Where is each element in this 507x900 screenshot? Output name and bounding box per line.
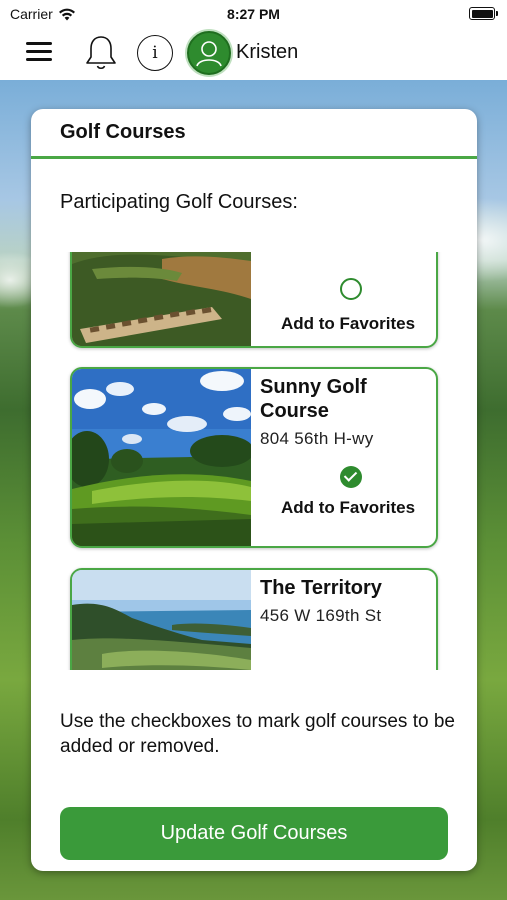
favorite-checkbox[interactable]	[340, 278, 362, 300]
course-card[interactable]: The Territory 456 W 169th St	[70, 568, 438, 670]
favorite-checkbox[interactable]	[340, 466, 362, 488]
bell-icon[interactable]	[84, 34, 118, 72]
course-photo	[72, 252, 251, 346]
card-title: Golf Courses	[60, 121, 186, 143]
menu-icon[interactable]	[26, 42, 52, 62]
avatar[interactable]	[187, 31, 231, 75]
user-name[interactable]: Kristen	[236, 41, 298, 64]
favorite-label[interactable]: Add to Favorites	[260, 314, 436, 334]
info-icon[interactable]: i	[137, 35, 173, 71]
card-header: Golf Courses	[31, 109, 477, 159]
course-address: 804 56th H-wy	[260, 429, 374, 448]
favorite-label[interactable]: Add to Favorites	[260, 498, 436, 518]
participating-label: Participating Golf Courses:	[60, 191, 298, 213]
course-list[interactable]: Add to Favorites Sunny Golf Course 804 5…	[31, 252, 477, 670]
status-bar: Carrier 8:27 PM	[0, 0, 507, 28]
course-name: Sunny Golf Course	[260, 376, 367, 422]
course-card[interactable]: Sunny Golf Course 804 56th H-wy Add to F…	[70, 367, 438, 548]
course-name: The Territory	[260, 577, 382, 599]
battery-icon	[469, 7, 498, 20]
top-nav: i Kristen	[0, 28, 507, 80]
update-golf-courses-button[interactable]: Update Golf Courses	[60, 807, 448, 860]
user-icon	[196, 41, 222, 67]
course-photo	[72, 369, 251, 546]
golf-courses-card: Golf Courses Participating Golf Courses:	[31, 109, 477, 871]
status-time: 8:27 PM	[227, 6, 280, 22]
course-card[interactable]: Add to Favorites	[70, 252, 438, 348]
course-photo	[72, 570, 251, 670]
course-address: 456 W 169th St	[260, 606, 382, 625]
instructions-text: Use the checkboxes to mark golf courses …	[60, 711, 455, 757]
